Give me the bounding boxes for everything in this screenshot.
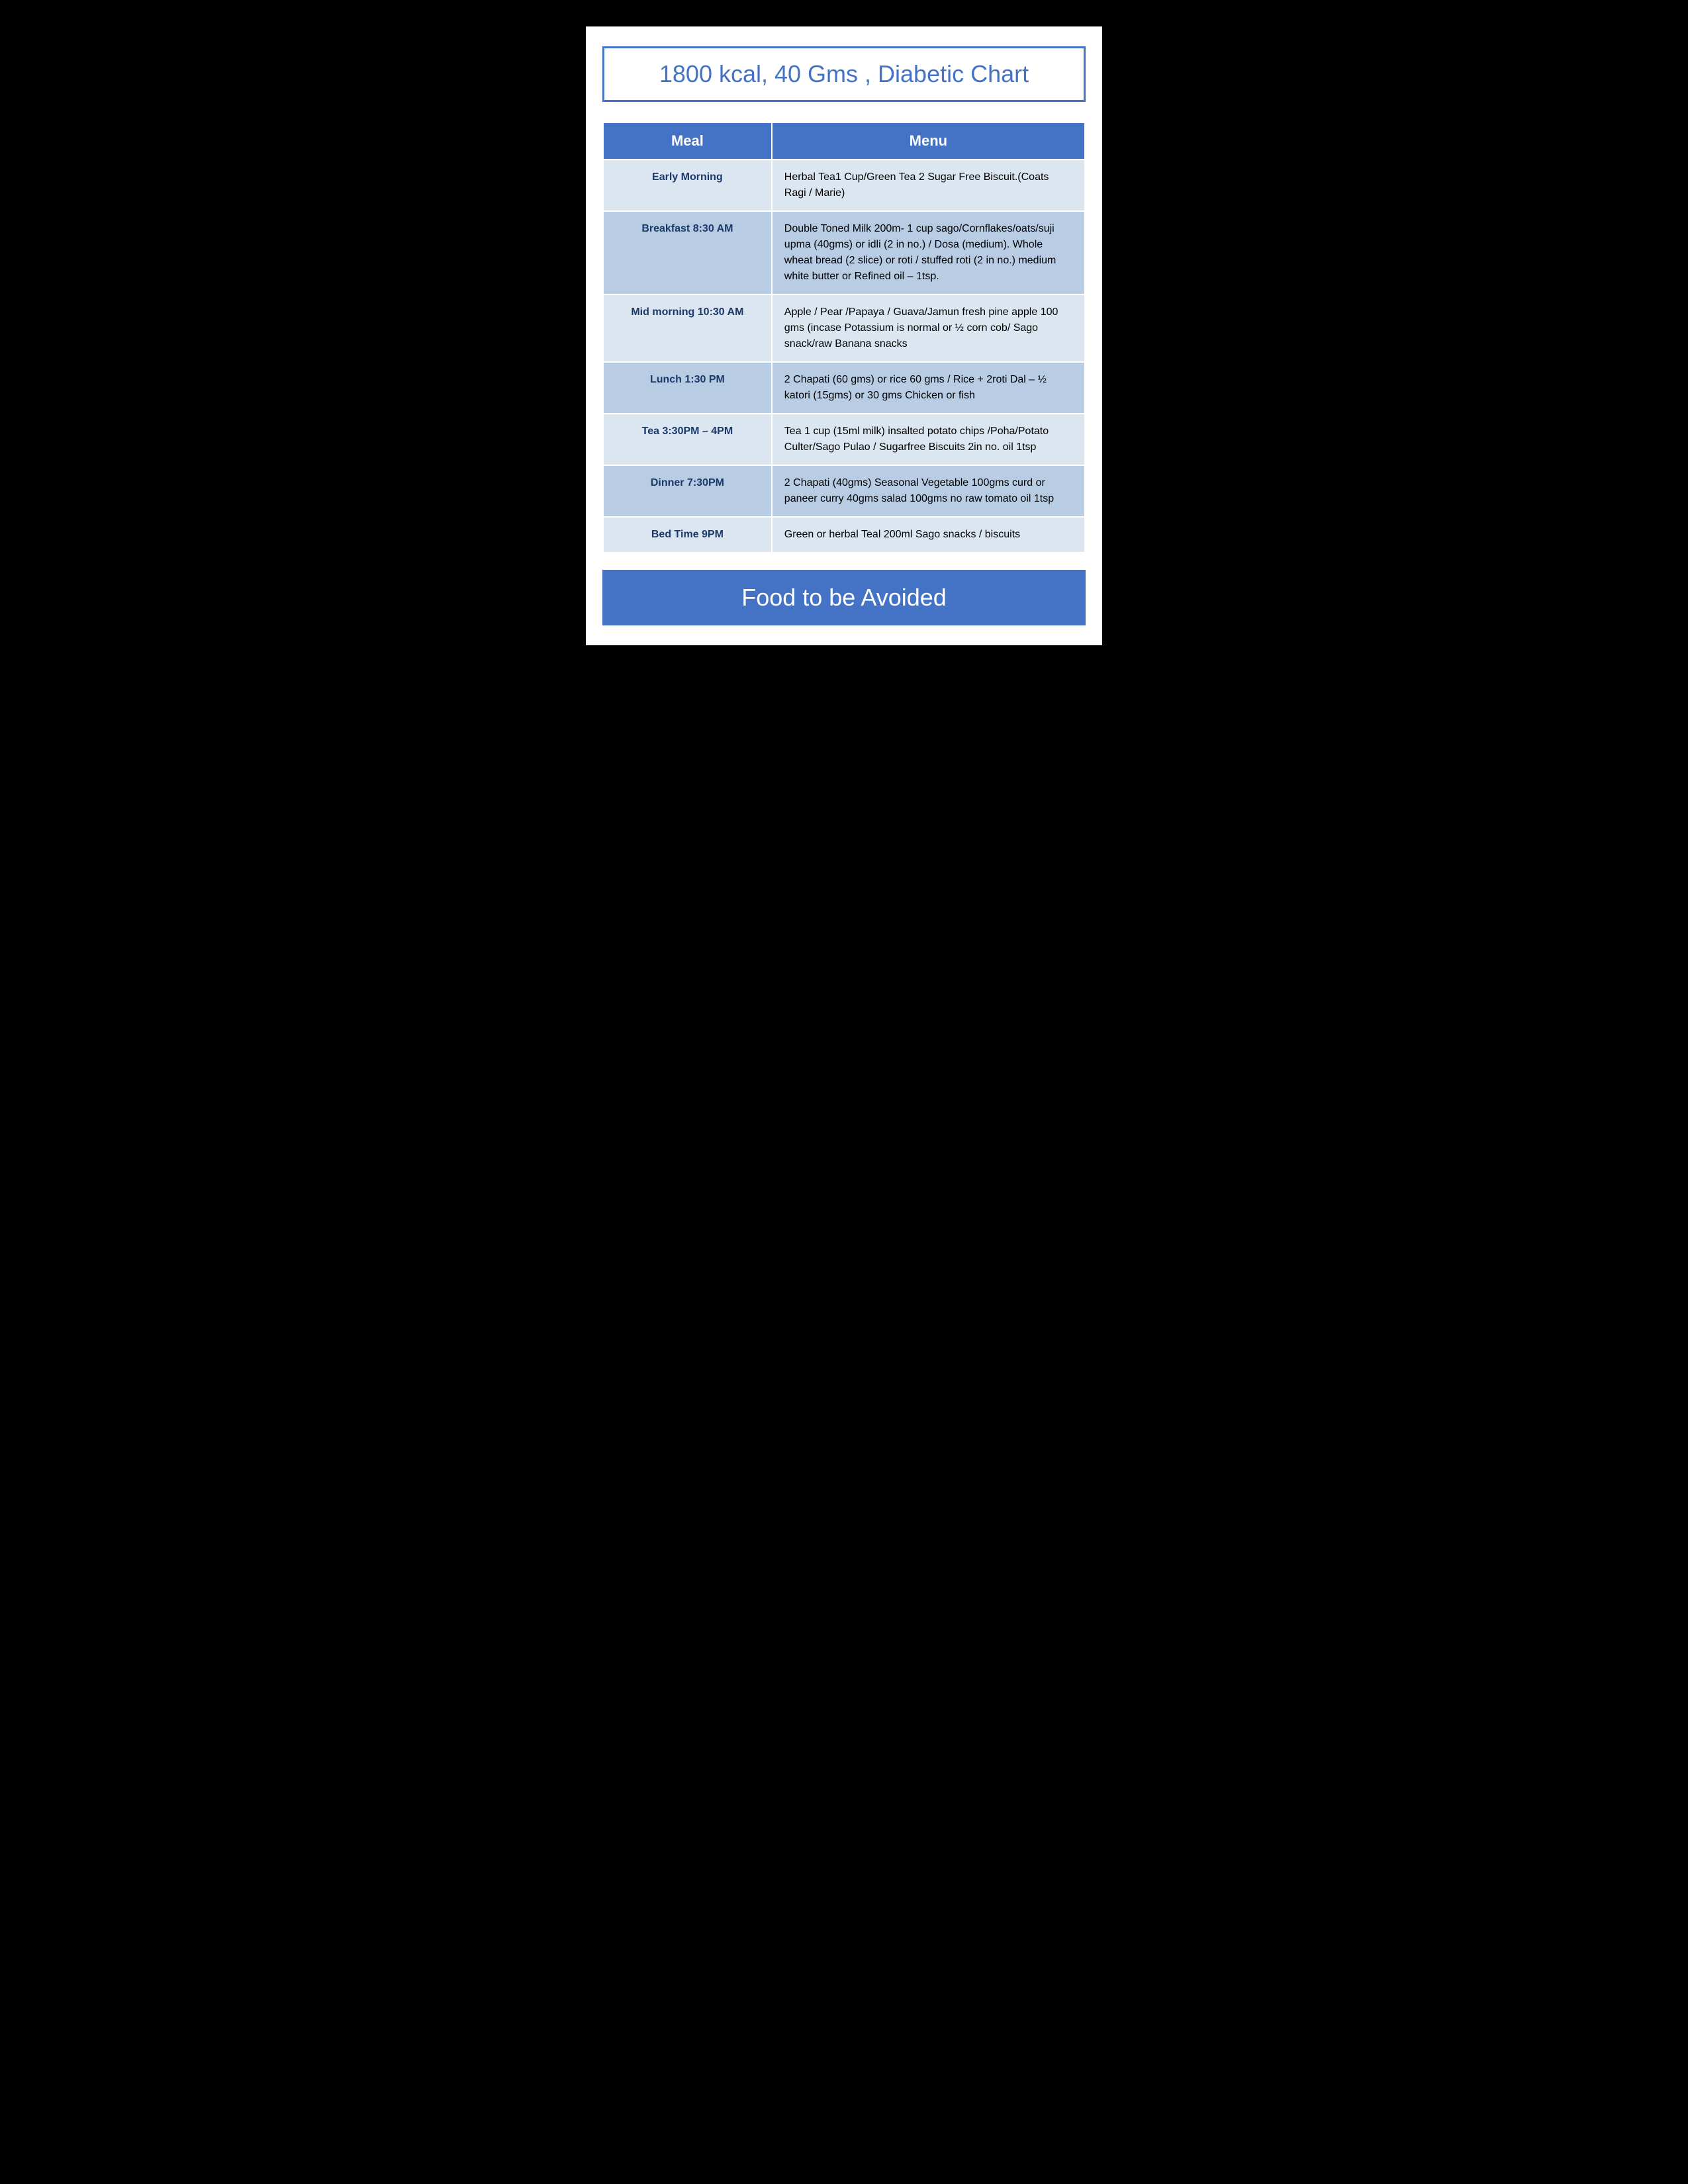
table-row: Bed Time 9PMGreen or herbal Teal 200ml S… <box>603 517 1085 553</box>
meal-column-header: Meal <box>603 122 772 159</box>
meal-cell: Mid morning 10:30 AM <box>603 295 772 362</box>
footer-box: Food to be Avoided <box>602 570 1086 625</box>
page-title: 1800 kcal, 40 Gms , Diabetic Chart <box>659 60 1029 87</box>
menu-cell: 2 Chapati (60 gms) or rice 60 gms / Rice… <box>772 362 1085 414</box>
page-container: 1800 kcal, 40 Gms , Diabetic Chart Meal … <box>586 26 1102 645</box>
menu-cell: Apple / Pear /Papaya / Guava/Jamun fresh… <box>772 295 1085 362</box>
meal-cell: Lunch 1:30 PM <box>603 362 772 414</box>
footer-title: Food to be Avoided <box>741 584 947 611</box>
menu-cell: Herbal Tea1 Cup/Green Tea 2 Sugar Free B… <box>772 159 1085 211</box>
table-row: Mid morning 10:30 AMApple / Pear /Papaya… <box>603 295 1085 362</box>
meal-cell: Early Morning <box>603 159 772 211</box>
menu-cell: Green or herbal Teal 200ml Sago snacks /… <box>772 517 1085 553</box>
meal-cell: Tea 3:30PM – 4PM <box>603 414 772 465</box>
table-row: Lunch 1:30 PM2 Chapati (60 gms) or rice … <box>603 362 1085 414</box>
table-row: Breakfast 8:30 AMDouble Toned Milk 200m-… <box>603 211 1085 295</box>
title-box: 1800 kcal, 40 Gms , Diabetic Chart <box>602 46 1086 102</box>
meal-cell: Breakfast 8:30 AM <box>603 211 772 295</box>
menu-cell: Double Toned Milk 200m- 1 cup sago/Cornf… <box>772 211 1085 295</box>
table-row: Tea 3:30PM – 4PMTea 1 cup (15ml milk) in… <box>603 414 1085 465</box>
menu-cell: Tea 1 cup (15ml milk) insalted potato ch… <box>772 414 1085 465</box>
menu-cell: 2 Chapati (40gms) Seasonal Vegetable 100… <box>772 465 1085 517</box>
meal-cell: Dinner 7:30PM <box>603 465 772 517</box>
table-row: Early MorningHerbal Tea1 Cup/Green Tea 2… <box>603 159 1085 211</box>
meal-cell: Bed Time 9PM <box>603 517 772 553</box>
menu-column-header: Menu <box>772 122 1085 159</box>
table-header-row: Meal Menu <box>603 122 1085 159</box>
meal-table: Meal Menu Early MorningHerbal Tea1 Cup/G… <box>602 122 1086 553</box>
table-row: Dinner 7:30PM2 Chapati (40gms) Seasonal … <box>603 465 1085 517</box>
